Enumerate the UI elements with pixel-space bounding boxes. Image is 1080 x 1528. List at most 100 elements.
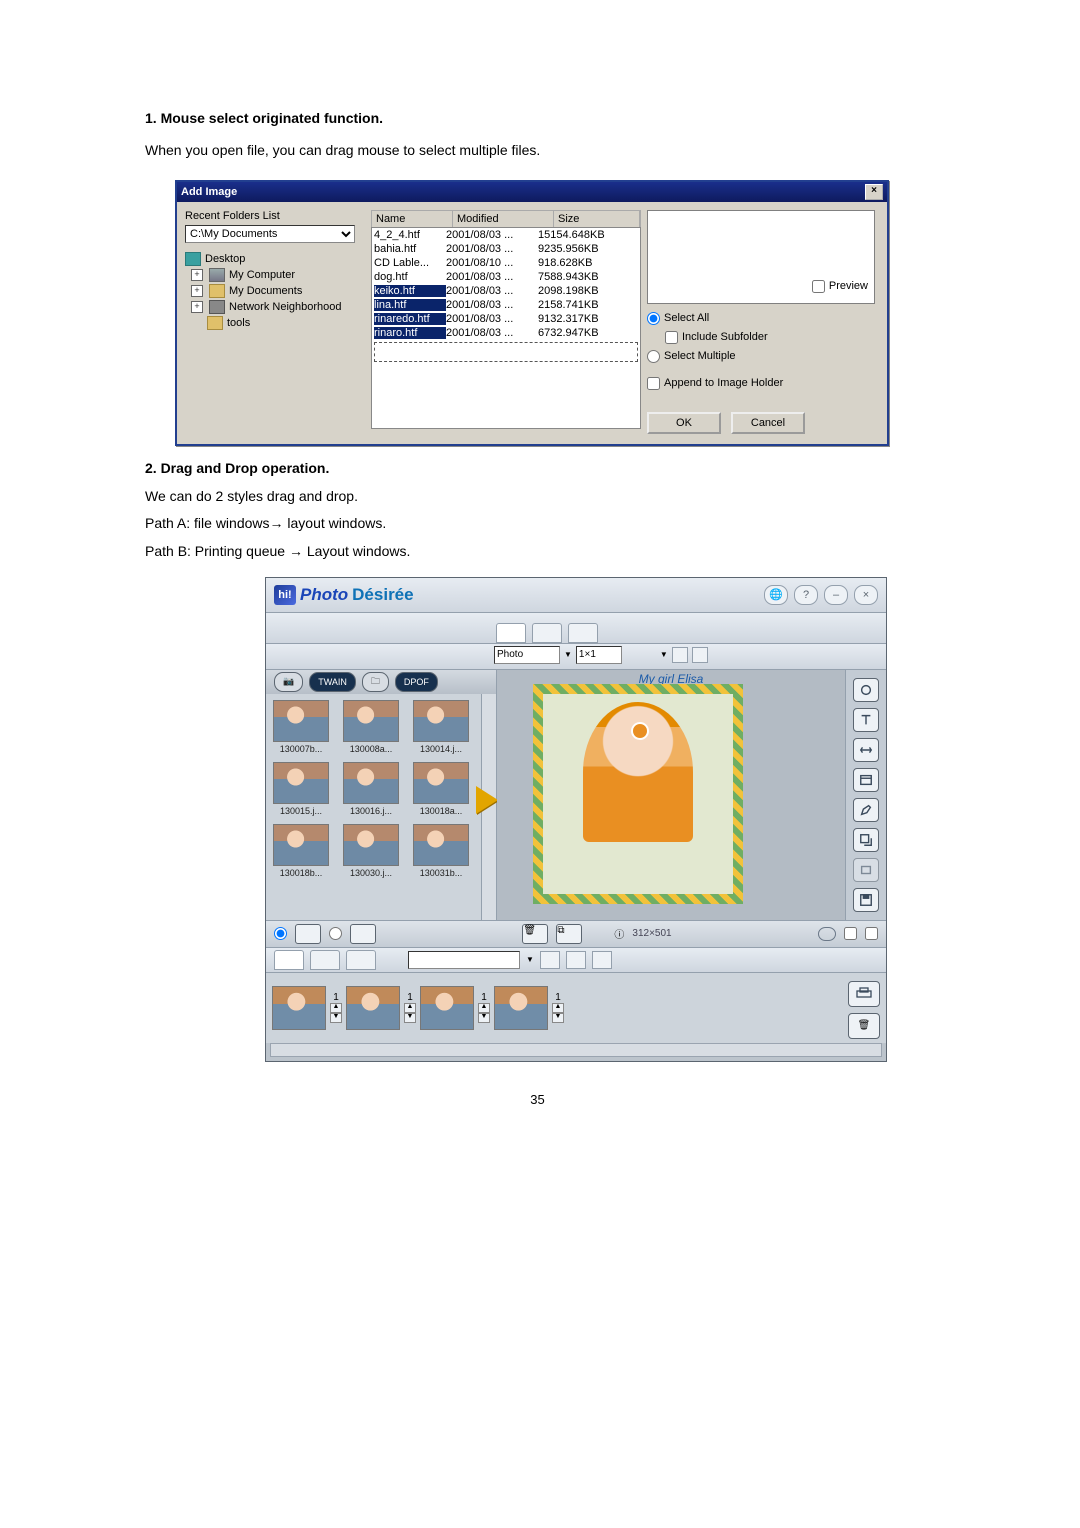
qtab-2[interactable] <box>310 950 340 970</box>
include-subfolder-checkbox[interactable] <box>665 331 678 344</box>
select-all-radio[interactable] <box>647 312 660 325</box>
thumbnail-grid[interactable]: 130007b...130008a...130014.j... 130015.j.… <box>266 694 481 920</box>
tool-color-icon[interactable] <box>853 678 879 702</box>
append-checkbox[interactable] <box>647 377 660 390</box>
orient-portrait[interactable] <box>672 647 688 663</box>
globe-icon[interactable]: 🌐 <box>764 585 788 605</box>
queue-item[interactable]: 1▲▼ <box>420 986 490 1030</box>
thumb-image[interactable] <box>343 700 399 742</box>
ok-button[interactable]: OK <box>647 412 721 434</box>
file-name[interactable]: dog.htf <box>374 271 446 283</box>
queue-view-icon[interactable] <box>566 951 586 969</box>
thumb-image[interactable] <box>273 762 329 804</box>
thumb-item[interactable]: 130008a... <box>340 700 402 754</box>
view-list-icon[interactable] <box>350 924 376 944</box>
file-row[interactable]: lina.htf2001/08/03 ...2158.741KB <box>372 298 640 312</box>
thumb-item[interactable]: 130007b... <box>270 700 332 754</box>
file-row[interactable]: rinaredo.htf2001/08/03 ...9132.317KB <box>372 312 640 326</box>
queue-image[interactable] <box>272 986 326 1030</box>
file-name[interactable]: keiko.htf <box>374 285 446 297</box>
copies-stepper[interactable]: ▲▼ <box>552 1003 564 1023</box>
view-thumb-icon[interactable] <box>295 924 321 944</box>
help-icon[interactable]: ? <box>794 585 818 605</box>
tab-dpof[interactable]: DPOF <box>395 672 438 692</box>
thumb-item[interactable]: 130030.j... <box>340 824 402 878</box>
thumb-item[interactable]: 130016.j... <box>340 762 402 816</box>
col-size[interactable]: Size <box>554 211 640 227</box>
qtab-3[interactable] <box>346 950 376 970</box>
layout-canvas[interactable]: My girl Elisa <box>497 670 845 920</box>
thumb-image[interactable] <box>343 824 399 866</box>
tab-file[interactable]: 🗀 <box>362 672 389 692</box>
thumb-item[interactable]: 130014.j... <box>410 700 472 754</box>
copies-stepper[interactable]: ▲▼ <box>478 1003 490 1023</box>
folder-tree[interactable]: Desktop +My Computer +My Documents +Netw… <box>185 251 365 331</box>
scrollbar-horizontal[interactable] <box>270 1043 882 1057</box>
tool-text-icon[interactable] <box>853 708 879 732</box>
col-modified[interactable]: Modified <box>453 211 554 227</box>
view-option-1[interactable] <box>844 927 857 940</box>
queue-image[interactable] <box>346 986 400 1030</box>
eye-icon[interactable] <box>818 927 836 941</box>
tool-fitwidth-icon[interactable] <box>853 738 879 762</box>
print-queue[interactable]: 1▲▼1▲▼1▲▼1▲▼ 🗑 <box>266 972 886 1043</box>
tab-twain[interactable]: TWAIN <box>309 672 356 692</box>
queue-dropdown[interactable] <box>408 951 520 969</box>
queue-item[interactable]: 1▲▼ <box>272 986 342 1030</box>
file-row[interactable]: bahia.htf2001/08/03 ...9235.956KB <box>372 242 640 256</box>
thumb-item[interactable]: 130015.j... <box>270 762 332 816</box>
copies-stepper[interactable]: ▲▼ <box>404 1003 416 1023</box>
queue-image[interactable] <box>494 986 548 1030</box>
qtab-1[interactable] <box>274 950 304 970</box>
queue-image[interactable] <box>420 986 474 1030</box>
tool-edit-icon[interactable] <box>853 798 879 822</box>
print-icon[interactable] <box>848 981 880 1007</box>
file-name[interactable]: CD Lable... <box>374 257 446 269</box>
thumb-item[interactable]: 130018a... <box>410 762 472 816</box>
close-icon[interactable]: × <box>865 184 883 200</box>
tab-camera[interactable]: 📷 <box>274 672 303 692</box>
file-name[interactable]: bahia.htf <box>374 243 446 255</box>
file-name[interactable]: lina.htf <box>374 299 446 311</box>
duplicate-icon[interactable]: ⧉ <box>556 924 582 944</box>
file-list-header[interactable]: Name Modified Size <box>371 210 641 227</box>
queue-rotate-icon[interactable] <box>540 951 560 969</box>
orient-landscape[interactable] <box>692 647 708 663</box>
thumb-image[interactable] <box>273 824 329 866</box>
file-name[interactable]: 4_2_4.htf <box>374 229 446 241</box>
trash-icon[interactable]: 🗑 <box>522 924 548 944</box>
file-row[interactable]: dog.htf2001/08/03 ...7588.943KB <box>372 270 640 284</box>
view-list-radio[interactable] <box>329 927 342 940</box>
queue-trash-icon[interactable]: 🗑 <box>848 1013 880 1039</box>
file-row[interactable]: CD Lable...2001/08/10 ...918.628KB <box>372 256 640 270</box>
queue-item[interactable]: 1▲▼ <box>346 986 416 1030</box>
queue-item[interactable]: 1▲▼ <box>494 986 564 1030</box>
view-option-2[interactable] <box>865 927 878 940</box>
tab-index[interactable] <box>568 623 598 643</box>
photo-frame[interactable] <box>533 684 743 904</box>
expand-icon[interactable]: + <box>191 301 203 313</box>
file-row[interactable]: rinaro.htf2001/08/03 ...6732.947KB <box>372 326 640 340</box>
tree-mydocs[interactable]: My Documents <box>229 285 302 297</box>
file-name[interactable]: rinaredo.htf <box>374 313 446 325</box>
play-arrow-icon[interactable] <box>476 786 498 814</box>
thumb-image[interactable] <box>413 824 469 866</box>
tab-grid[interactable] <box>532 623 562 643</box>
col-name[interactable]: Name <box>372 211 453 227</box>
recent-folders-combo[interactable]: C:\My Documents <box>185 225 355 243</box>
layout-size[interactable] <box>576 646 622 664</box>
queue-zoom-icon[interactable] <box>592 951 612 969</box>
tree-desktop[interactable]: Desktop <box>205 253 245 265</box>
tool-save-icon[interactable] <box>853 888 879 912</box>
file-name[interactable]: rinaro.htf <box>374 327 446 339</box>
file-row[interactable]: 4_2_4.htf2001/08/03 ...15154.648KB <box>372 228 640 242</box>
thumb-image[interactable] <box>413 762 469 804</box>
minimize-icon[interactable]: – <box>824 585 848 605</box>
view-thumb-radio[interactable] <box>274 927 287 940</box>
thumb-item[interactable]: 130018b... <box>270 824 332 878</box>
select-multiple-radio[interactable] <box>647 350 660 363</box>
expand-icon[interactable]: + <box>191 269 203 281</box>
preview-checkbox[interactable] <box>812 280 825 293</box>
tree-network[interactable]: Network Neighborhood <box>229 301 342 313</box>
tab-single[interactable] <box>496 623 526 643</box>
